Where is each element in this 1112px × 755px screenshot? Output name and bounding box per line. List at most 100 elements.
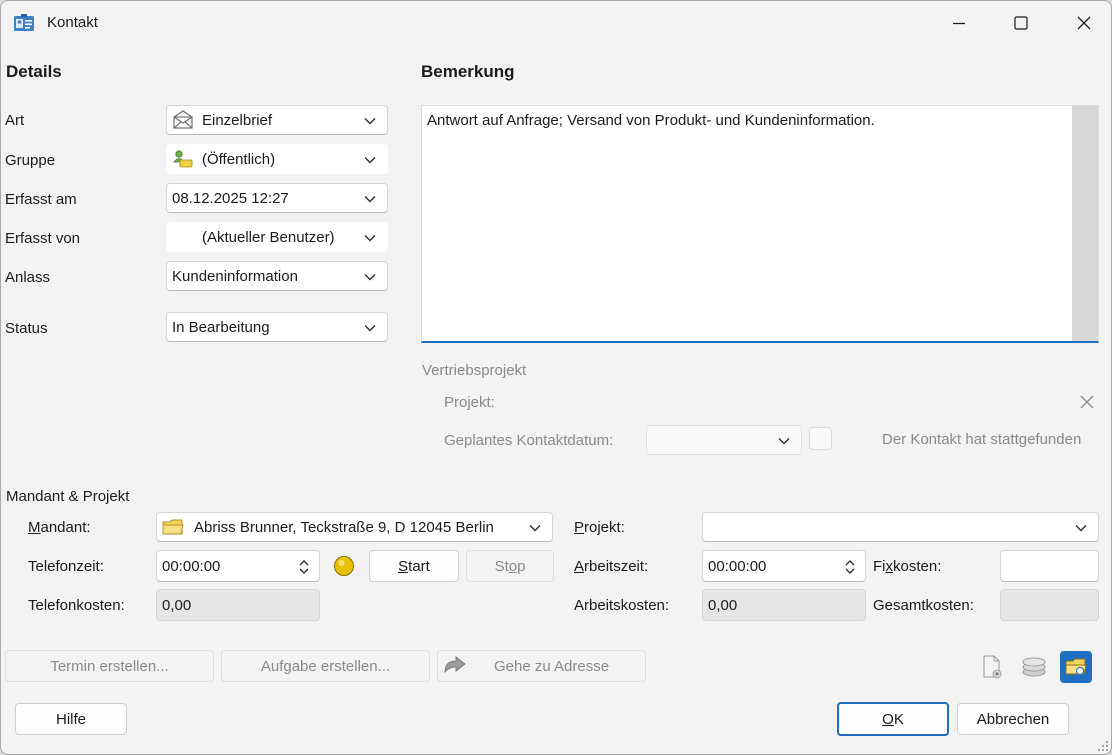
minimize-button[interactable] bbox=[939, 9, 979, 37]
folder-open-icon bbox=[1065, 658, 1087, 675]
status-combo[interactable]: In Bearbeitung bbox=[166, 312, 388, 342]
mandant-label: Mandant: bbox=[28, 519, 91, 536]
spinner-icon[interactable] bbox=[843, 559, 857, 575]
work-costs-field: 0,00 bbox=[702, 589, 866, 621]
remark-textarea[interactable]: Antwort auf Anfrage; Versand von Produkt… bbox=[421, 105, 1099, 343]
close-button[interactable] bbox=[1064, 9, 1104, 37]
art-value: Einzelbrief bbox=[202, 111, 273, 129]
planned-date-combo[interactable] bbox=[646, 425, 802, 455]
phone-time-input[interactable]: 00:00:00 bbox=[156, 550, 320, 582]
window-title: Kontakt bbox=[47, 14, 98, 31]
gruppe-combo[interactable]: (Öffentlich) bbox=[166, 144, 388, 174]
total-costs-field bbox=[1000, 589, 1099, 621]
work-time-input[interactable]: 00:00:00 bbox=[702, 550, 866, 582]
status-label: Status bbox=[5, 320, 48, 337]
work-costs-label: Arbeitskosten: bbox=[574, 597, 670, 614]
start-button[interactable]: Start bbox=[369, 550, 459, 582]
goto-address-button[interactable]: Gehe zu Adresse bbox=[437, 650, 646, 682]
gruppe-value: (Öffentlich) bbox=[202, 150, 276, 168]
erfasst-am-label: Erfasst am bbox=[5, 191, 77, 208]
envelope-icon bbox=[173, 110, 193, 129]
phone-status-light-icon bbox=[334, 556, 354, 576]
fixed-costs-label: Fixkosten: bbox=[873, 558, 942, 575]
erfasst-am-value: 08.12.2025 12:27 bbox=[172, 189, 289, 207]
chevron-down-icon bbox=[364, 234, 376, 242]
contact-dialog: Kontakt Details Art Einzelbrief Gruppe (… bbox=[0, 0, 1112, 755]
ok-button[interactable]: OK bbox=[837, 702, 949, 736]
planned-date-label: Geplantes Kontaktdatum: bbox=[444, 432, 614, 449]
clear-project-icon[interactable] bbox=[1079, 394, 1095, 410]
cancel-button[interactable]: Abbrechen bbox=[957, 703, 1069, 735]
client-project-heading: Mandant & Projekt bbox=[6, 488, 130, 505]
anlass-label: Anlass bbox=[5, 269, 51, 286]
ok-button-label: OK bbox=[882, 710, 904, 728]
anlass-value: Kundeninformation bbox=[172, 267, 298, 285]
total-costs-label: Gesamtkosten: bbox=[873, 597, 974, 614]
projekt-combo[interactable] bbox=[702, 512, 1099, 542]
fixed-costs-input[interactable] bbox=[1000, 550, 1099, 582]
erfasst-von-combo[interactable]: (Aktueller Benutzer) bbox=[166, 222, 388, 252]
mandant-combo[interactable]: Abriss Brunner, Teckstraße 9, D 12045 Be… bbox=[156, 512, 553, 542]
help-button[interactable]: Hilfe bbox=[15, 703, 127, 735]
cancel-button-label: Abbrechen bbox=[976, 710, 1050, 728]
anlass-combo[interactable]: Kundeninformation bbox=[166, 261, 388, 291]
phone-costs-label: Telefonkosten: bbox=[28, 597, 125, 614]
art-combo[interactable]: Einzelbrief bbox=[166, 105, 388, 135]
create-appointment-label: Termin erstellen... bbox=[50, 657, 169, 675]
chevron-down-icon bbox=[364, 324, 376, 332]
phone-time-label: Telefonzeit: bbox=[28, 558, 104, 575]
contact-card-icon bbox=[14, 14, 34, 31]
folder-icon bbox=[162, 519, 184, 535]
chevron-down-icon bbox=[364, 156, 376, 164]
resize-grip-icon[interactable] bbox=[1097, 740, 1109, 752]
erfasst-von-value: (Aktueller Benutzer) bbox=[202, 228, 335, 246]
phone-time-value: 00:00:00 bbox=[162, 557, 221, 575]
create-task-label: Aufgabe erstellen... bbox=[260, 657, 391, 675]
stop-button[interactable]: Stop bbox=[466, 550, 554, 582]
maximize-icon bbox=[1014, 16, 1028, 30]
took-place-checkbox[interactable] bbox=[809, 427, 832, 450]
start-button-label: Start bbox=[398, 557, 430, 575]
status-value: In Bearbeitung bbox=[172, 318, 270, 336]
chevron-down-icon bbox=[778, 437, 790, 445]
group-icon bbox=[173, 150, 193, 168]
remark-scrollbar[interactable] bbox=[1072, 106, 1098, 341]
minimize-icon bbox=[953, 22, 965, 25]
coins-button[interactable] bbox=[1018, 651, 1050, 683]
work-time-label: Arbeitszeit: bbox=[574, 558, 649, 575]
goto-address-label: Gehe zu Adresse bbox=[494, 657, 610, 675]
chevron-down-icon bbox=[364, 117, 376, 125]
sales-project-heading: Vertriebsprojekt bbox=[422, 362, 527, 379]
address-arrow-icon bbox=[444, 656, 466, 674]
phone-costs-value: 0,00 bbox=[162, 596, 192, 614]
phone-costs-field: 0,00 bbox=[156, 589, 320, 621]
details-heading: Details bbox=[6, 62, 62, 81]
sales-project-label: Projekt: bbox=[444, 394, 495, 411]
coins-icon bbox=[1022, 657, 1046, 677]
chevron-down-icon bbox=[364, 195, 376, 203]
work-costs-value: 0,00 bbox=[708, 596, 738, 614]
close-icon bbox=[1077, 16, 1091, 30]
work-time-value: 00:00:00 bbox=[708, 557, 767, 575]
title-bar: Kontakt bbox=[1, 1, 1111, 45]
stop-button-label: Stop bbox=[494, 557, 526, 575]
chevron-down-icon bbox=[529, 524, 541, 532]
erfasst-von-label: Erfasst von bbox=[5, 230, 81, 247]
projekt-label: Projekt: bbox=[574, 519, 625, 536]
new-document-button[interactable] bbox=[976, 651, 1008, 683]
help-button-label: Hilfe bbox=[55, 710, 86, 728]
create-task-button[interactable]: Aufgabe erstellen... bbox=[221, 650, 430, 682]
mandant-value: Abriss Brunner, Teckstraße 9, D 12045 Be… bbox=[194, 518, 494, 536]
create-appointment-button[interactable]: Termin erstellen... bbox=[5, 650, 214, 682]
maximize-button[interactable] bbox=[1001, 9, 1041, 37]
erfasst-am-combo[interactable]: 08.12.2025 12:27 bbox=[166, 183, 388, 213]
spinner-icon[interactable] bbox=[297, 559, 311, 575]
chevron-down-icon bbox=[1075, 524, 1087, 532]
took-place-label: Der Kontakt hat stattgefunden bbox=[882, 431, 1082, 448]
art-label: Art bbox=[5, 112, 25, 129]
gruppe-label: Gruppe bbox=[5, 152, 56, 169]
remark-text: Antwort auf Anfrage; Versand von Produkt… bbox=[427, 112, 875, 129]
chevron-down-icon bbox=[364, 273, 376, 281]
open-folder-button[interactable] bbox=[1060, 651, 1092, 683]
new-document-icon bbox=[983, 655, 1002, 679]
